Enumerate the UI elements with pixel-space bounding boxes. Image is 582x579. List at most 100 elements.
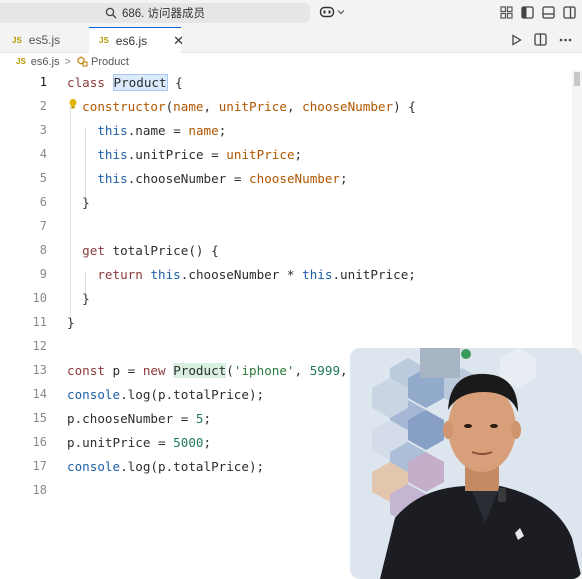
code-text: console.log(p.totalPrice); <box>67 387 264 402</box>
code-line[interactable]: 1 class Product { <box>0 70 572 94</box>
tab-bar: JS es5.js JS es6.js ✕ <box>0 27 582 53</box>
more-icon[interactable] <box>559 38 572 42</box>
lightbulb-icon[interactable] <box>68 98 78 110</box>
code-text: p.chooseNumber = 5; <box>67 411 211 426</box>
code-token: console <box>67 386 121 402</box>
code-token: 'iphone' <box>233 362 295 378</box>
line-number: 2 <box>39 99 47 113</box>
code-token: this <box>302 266 333 282</box>
copilot-menu[interactable] <box>319 5 345 19</box>
code-text: this.name = name; <box>67 123 226 138</box>
line-number: 5 <box>39 171 47 185</box>
breadcrumb-symbol[interactable]: Product <box>91 56 129 68</box>
code-text: console.log(p.totalPrice); <box>67 459 264 474</box>
run-icon[interactable] <box>511 33 522 46</box>
search-icon <box>105 7 117 19</box>
code-text: p.unitPrice = 5000; <box>67 435 211 450</box>
close-icon[interactable]: ✕ <box>173 33 184 49</box>
code-token: .unitPrice; <box>332 266 416 282</box>
line-number: 18 <box>32 483 47 497</box>
breadcrumb-separator: > <box>64 55 71 68</box>
code-line[interactable]: 10 } <box>0 286 572 310</box>
code-token: p = <box>104 362 143 378</box>
panel-icon[interactable] <box>542 6 555 19</box>
code-token: const <box>67 362 105 378</box>
code-token: 5999 <box>309 362 341 378</box>
tab-es5[interactable]: JS es5.js <box>0 27 88 53</box>
code-token: this <box>97 146 128 162</box>
title-bar: 686. 访问器成员 <box>0 0 582 27</box>
code-token: .log(p.totalPrice); <box>120 458 265 474</box>
code-line[interactable]: 8 get totalPrice() { <box>0 238 572 262</box>
code-token: } <box>67 290 90 306</box>
code-text: get totalPrice() { <box>67 242 218 258</box>
line-number: 17 <box>32 459 47 473</box>
code-text: constructor(name, unitPrice, chooseNumbe… <box>67 99 416 114</box>
line-number: 8 <box>39 243 47 257</box>
line-number: 10 <box>32 291 47 305</box>
line-number: 4 <box>39 147 47 161</box>
code-token: this <box>97 170 128 186</box>
code-token: ( <box>226 362 234 378</box>
code-token: get <box>82 242 105 258</box>
breadcrumb: JS es6.js > Product <box>0 53 582 70</box>
code-token: 5 <box>195 410 204 426</box>
code-token: class <box>67 74 105 90</box>
code-line[interactable]: 9 return this.chooseNumber * this.unitPr… <box>0 262 572 286</box>
tab-label: es6.js <box>115 33 148 48</box>
line-number: 9 <box>39 267 47 281</box>
code-text: return this.chooseNumber * this.unitPric… <box>67 267 416 282</box>
tab-label: es5.js <box>28 33 61 47</box>
code-token: Product <box>173 362 227 378</box>
tab-es6[interactable]: JS es6.js ✕ <box>89 27 184 53</box>
code-token: { <box>167 74 183 90</box>
code-token: chooseNumber <box>135 170 227 186</box>
code-text: this.unitPrice = unitPrice; <box>67 147 302 162</box>
code-text: class Product { <box>67 73 183 91</box>
copilot-icon <box>319 6 335 18</box>
code-token: , <box>294 362 310 378</box>
secondary-sidebar-icon[interactable] <box>563 6 576 19</box>
code-line[interactable]: 4 this.unitPrice = unitPrice; <box>0 142 572 166</box>
code-line[interactable]: 2 constructor(name, unitPrice, chooseNum… <box>0 94 572 118</box>
code-token: chooseNumber <box>249 170 341 186</box>
line-number: 6 <box>39 195 47 209</box>
scrollbar-thumb[interactable] <box>574 72 580 86</box>
line-number: 16 <box>32 435 47 449</box>
code-text: const p = new Product('iphone', 5999, 3 <box>67 362 363 378</box>
code-text: } <box>67 291 90 306</box>
code-line[interactable]: 3 this.name = name; <box>0 118 572 142</box>
code-token: p.unitPrice = <box>67 434 174 450</box>
code-token: console <box>67 458 121 474</box>
primary-sidebar-icon[interactable] <box>521 6 534 19</box>
code-line[interactable]: 7 <box>0 214 572 238</box>
code-token: } <box>67 314 75 330</box>
code-token: new <box>142 362 166 378</box>
code-token: } <box>67 194 90 210</box>
code-line[interactable]: 5 this.chooseNumber = chooseNumber; <box>0 166 572 190</box>
code-token: this <box>150 266 181 282</box>
code-token: Product <box>112 73 168 91</box>
command-center-search[interactable]: 686. 访问器成员 <box>0 3 310 23</box>
code-token: this <box>97 122 128 138</box>
presenter-video-frame <box>350 348 582 579</box>
layout-icon[interactable] <box>500 6 513 19</box>
code-line[interactable]: 11} <box>0 310 572 334</box>
code-token: = <box>203 146 227 162</box>
line-number: 15 <box>32 411 47 425</box>
code-token: ; <box>218 122 227 138</box>
code-line[interactable]: 6 } <box>0 190 572 214</box>
code-text: } <box>67 315 75 330</box>
code-token: unitPrice <box>218 98 287 114</box>
code-token: .log(p.totalPrice); <box>120 386 265 402</box>
split-editor-icon[interactable] <box>534 33 547 46</box>
line-number: 12 <box>32 339 47 353</box>
symbol-class-icon <box>77 56 88 67</box>
code-token: ; <box>203 410 212 426</box>
breadcrumb-file[interactable]: es6.js <box>31 56 60 68</box>
